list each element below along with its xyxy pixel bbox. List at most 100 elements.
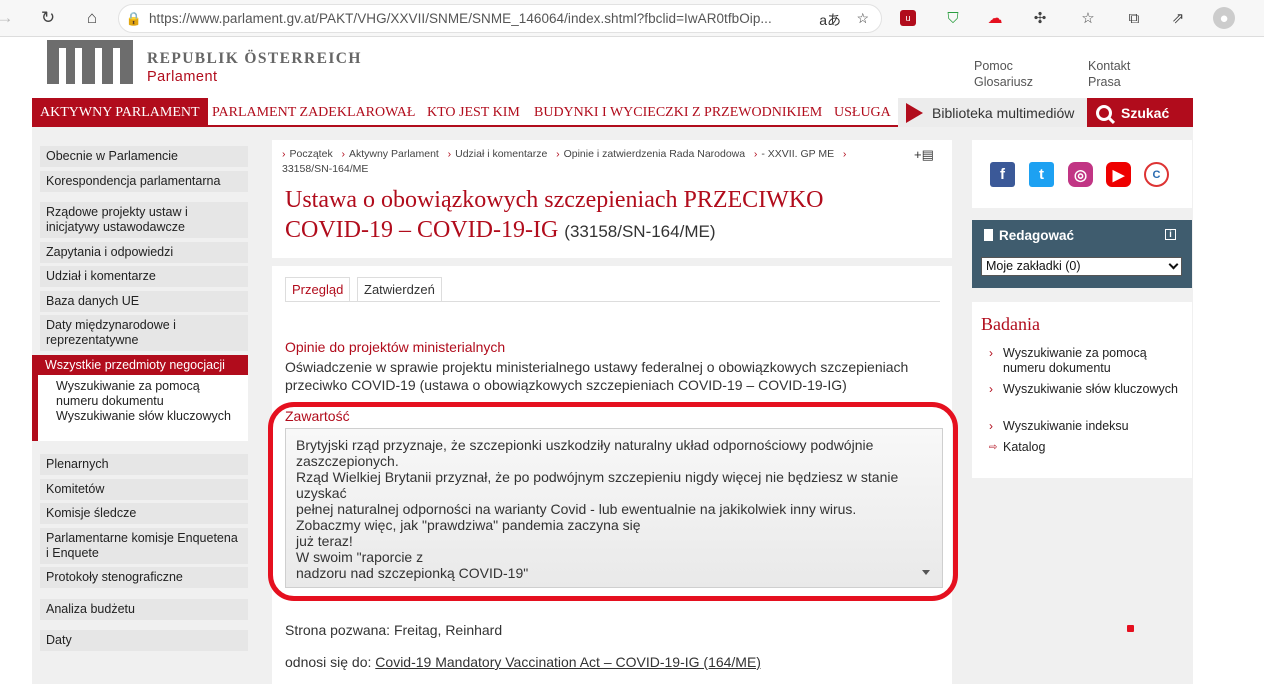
media-library-button[interactable]: Biblioteka multimediów bbox=[898, 98, 1087, 127]
search-button[interactable]: Szukać bbox=[1087, 98, 1193, 127]
favorites-icon[interactable]: ☆ bbox=[1078, 8, 1098, 28]
sidebar-item-all-subjects[interactable]: Wszystkie przedmioty negocjacji bbox=[32, 355, 248, 376]
logo-subtitle[interactable]: Parlament bbox=[147, 69, 218, 85]
content-line: Brytyjski rząd przyznaje, że szczepionki… bbox=[296, 437, 874, 453]
url-text: https://www.parlament.gv.at/PAKT/VHG/XXV… bbox=[149, 11, 772, 26]
sidebar-item-budget[interactable]: Analiza budżetu bbox=[40, 599, 248, 620]
research-panel: Badania › Wyszukiwanie za pomocą numeru … bbox=[972, 302, 1192, 478]
sidebar-item-government-bills[interactable]: Rządowe projekty ustaw i inicjatywy usta… bbox=[40, 202, 248, 238]
share-icon[interactable]: ⇗ bbox=[1168, 8, 1188, 28]
bookmarks-select-value: Moje zakładki (0) bbox=[986, 259, 1081, 273]
document-number: (33158/SN-164/ME) bbox=[564, 222, 716, 241]
sidebar-item-international[interactable]: Daty międzynarodowe i reprezentatywne bbox=[40, 315, 248, 351]
research-link-label: Wyszukiwanie słów kluczowych bbox=[1003, 382, 1178, 396]
press-link[interactable]: Prasa bbox=[1088, 74, 1130, 90]
sidebar-item-plenary[interactable]: Plenarnych bbox=[40, 454, 248, 475]
sidebar-subitems: Wyszukiwanie za pomocą numeru dokumentu … bbox=[32, 375, 248, 441]
sidebar-item-correspondence[interactable]: Korespondencja parlamentarna bbox=[40, 171, 248, 192]
refers-label: odnosi się do: bbox=[285, 654, 372, 670]
reload-icon[interactable]: ↻ bbox=[37, 7, 59, 29]
profile-avatar[interactable]: ● bbox=[1213, 7, 1235, 29]
content-line: nadzoru nad szczepionką COVID-19" bbox=[296, 565, 529, 581]
breadcrumb-participation[interactable]: Udział i komentarze bbox=[455, 148, 547, 160]
section-heading: Opinie do projektów ministerialnych bbox=[285, 339, 506, 355]
nav-who-is-who[interactable]: KTO JEST KIM bbox=[427, 98, 520, 127]
research-link-label: Wyszukiwanie za pomocą numeru dokumentu bbox=[1003, 346, 1147, 375]
nav-buildings-tours[interactable]: BUDYNKI I WYCIECZKI Z PRZEWODNIKIEM bbox=[534, 98, 822, 127]
red-marker bbox=[1127, 625, 1134, 632]
sidebar-item-questions[interactable]: Zapytania i odpowiedzi bbox=[40, 242, 248, 263]
youtube-icon[interactable]: ▶ bbox=[1106, 162, 1131, 187]
extension-cloud-icon[interactable]: ☁ bbox=[985, 8, 1005, 28]
sidebar-item-participation[interactable]: Udział i komentarze bbox=[40, 266, 248, 287]
lock-icon: 🔒 bbox=[125, 10, 143, 26]
parliament-app-icon[interactable]: C bbox=[1144, 162, 1169, 187]
sidebar-subitem-keywords[interactable]: Wyszukiwanie słów kluczowych bbox=[56, 409, 240, 424]
info-icon[interactable]: i bbox=[1165, 229, 1176, 240]
nav-active-parliament[interactable]: AKTYWNY PARLAMENT bbox=[32, 98, 208, 127]
sidebar-item-inquiry[interactable]: Komisje śledcze bbox=[40, 503, 248, 524]
extensions-puzzle-icon[interactable]: ✣ bbox=[1030, 8, 1050, 28]
contact-link[interactable]: Kontakt bbox=[1088, 58, 1130, 74]
chevron-down-icon bbox=[1168, 259, 1179, 270]
facebook-icon[interactable]: f bbox=[990, 162, 1015, 187]
research-link-keywords[interactable]: › Wyszukiwanie słów kluczowych bbox=[989, 382, 1183, 397]
back-icon[interactable]: → bbox=[0, 7, 16, 29]
breadcrumb: › Początek › Aktywny Parlament › Udział i k… bbox=[282, 148, 847, 175]
tab-approvals[interactable]: Zatwierdzeń bbox=[357, 277, 442, 301]
search-icon bbox=[1096, 104, 1112, 121]
top-links-col2: Kontakt Prasa bbox=[1088, 58, 1130, 90]
content-line: uzyskać bbox=[296, 485, 347, 501]
collections-icon[interactable]: ⧉ bbox=[1124, 8, 1144, 28]
help-link[interactable]: Pomoc bbox=[974, 58, 1033, 74]
extension-shield-icon[interactable]: ⛉ bbox=[943, 8, 963, 28]
sidebar-item-committees[interactable]: Komitetów bbox=[40, 479, 248, 500]
add-bookmark-icon[interactable]: +▤ bbox=[914, 147, 934, 163]
tabs-divider bbox=[285, 301, 940, 302]
breadcrumb-gp[interactable]: - XXVII. GP ME bbox=[761, 148, 834, 160]
parliament-logo-icon[interactable] bbox=[47, 40, 133, 84]
tab-overview[interactable]: Przegląd bbox=[285, 277, 351, 301]
nav-service[interactable]: USŁUGA bbox=[834, 98, 891, 127]
content-line: Zobaczmy więc, jak "prawdziwa" pandemia … bbox=[296, 517, 641, 533]
sidebar-item-dates[interactable]: Daty bbox=[40, 630, 248, 651]
breadcrumb-opinions[interactable]: Opinie i zatwierdzenia Rada Narodowa bbox=[564, 148, 746, 160]
sidebar-item-enquete[interactable]: Parlamentarne komisje Enquetena i Enquet… bbox=[40, 528, 248, 564]
play-icon bbox=[906, 102, 923, 123]
address-bar[interactable]: 🔒 https://www.parlament.gv.at/PAKT/VHG/X… bbox=[118, 4, 882, 33]
refers-link[interactable]: Covid-19 Mandatory Vaccination Act – COV… bbox=[375, 654, 761, 670]
sidebar-item-currently[interactable]: Obecnie w Parlamencie bbox=[40, 146, 248, 167]
content-textarea[interactable]: Brytyjski rząd przyznaje, że szczepionki… bbox=[285, 428, 943, 588]
content-line: Rząd Wielkiej Brytanii przyznał, że po p… bbox=[296, 469, 899, 485]
party-value: Freitag, Reinhard bbox=[393, 622, 503, 638]
sidebar-item-eu-database[interactable]: Baza danych UE bbox=[40, 291, 248, 312]
party-line: Strona pozwana: Freitag, Reinhard bbox=[285, 622, 502, 638]
breadcrumb-current: 33158/SN-164/ME bbox=[282, 163, 369, 175]
external-link-icon: ⇨ bbox=[989, 442, 998, 453]
bookmark-icon bbox=[984, 229, 993, 241]
nav-parliament-declared[interactable]: PARLAMENT ZADEKLAROWAŁ bbox=[212, 98, 415, 127]
research-link-label: Katalog bbox=[1003, 440, 1046, 454]
logo-title[interactable]: REPUBLIK ÖSTERREICH bbox=[147, 50, 362, 68]
research-link-catalog[interactable]: ⇨ Katalog bbox=[989, 440, 1183, 455]
home-icon[interactable]: ⌂ bbox=[81, 7, 103, 29]
bookmarks-select[interactable]: Moje zakładki (0) bbox=[981, 257, 1182, 276]
chevron-right-icon: › bbox=[989, 382, 993, 396]
twitter-icon[interactable]: t bbox=[1029, 162, 1054, 187]
glossary-link[interactable]: Glosariusz bbox=[974, 74, 1033, 90]
extension-ublock-icon[interactable]: u bbox=[900, 10, 916, 26]
expand-arrow-icon[interactable] bbox=[922, 570, 930, 575]
sidebar-item-stenographic[interactable]: Protokoły stenograficzne bbox=[40, 567, 248, 588]
section-text: Oświadczenie w sprawie projektu minister… bbox=[285, 359, 909, 393]
instagram-icon[interactable]: ◎ bbox=[1068, 162, 1093, 187]
research-link-doc-number[interactable]: › Wyszukiwanie za pomocą numeru dokument… bbox=[989, 346, 1183, 376]
sidebar-subitem-doc-number[interactable]: Wyszukiwanie za pomocą numeru dokumentu bbox=[56, 379, 240, 409]
favorite-add-icon[interactable]: ☆ bbox=[856, 10, 869, 27]
chevron-right-icon: › bbox=[989, 419, 993, 433]
read-aloud-icon[interactable]: aあ bbox=[819, 10, 841, 30]
breadcrumb-active-parliament[interactable]: Aktywny Parlament bbox=[349, 148, 439, 160]
breadcrumb-home[interactable]: Początek bbox=[290, 148, 333, 160]
content-line: zaszczepionych. bbox=[296, 453, 399, 469]
content-line: pełnej naturalnej odporności na warianty… bbox=[296, 501, 857, 517]
research-link-index[interactable]: › Wyszukiwanie indeksu bbox=[989, 419, 1183, 434]
